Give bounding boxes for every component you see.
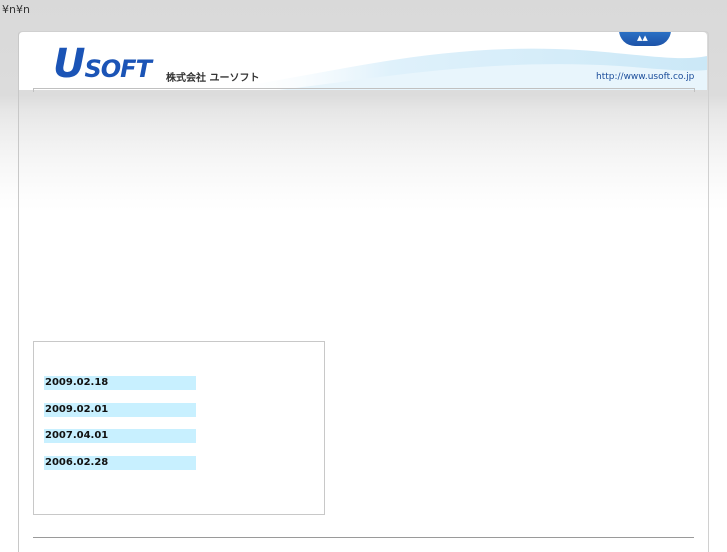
footer-divider: [33, 537, 694, 538]
company-name: 株式会社 ユーソフト: [166, 73, 260, 84]
news-box: 2009.02.18 2009.02.01 2007.04.01 2006.02…: [33, 341, 325, 515]
news-date[interactable]: 2006.02.28: [44, 456, 196, 470]
stray-text: ¥n¥n: [2, 3, 30, 16]
news-date[interactable]: 2007.04.01: [44, 429, 196, 443]
nav-strip: [33, 88, 695, 92]
logo-rest: SOFT: [84, 55, 151, 83]
logo-initial: U: [53, 41, 86, 87]
usoft-logo[interactable]: USOFT: [53, 44, 152, 84]
site-url-link[interactable]: http://www.usoft.co.jp: [596, 72, 694, 82]
news-date[interactable]: 2009.02.18: [44, 376, 196, 390]
news-date[interactable]: 2009.02.01: [44, 403, 196, 417]
site-header: USOFT 株式会社 ユーソフト http://www.usoft.co.jp …: [19, 32, 707, 90]
